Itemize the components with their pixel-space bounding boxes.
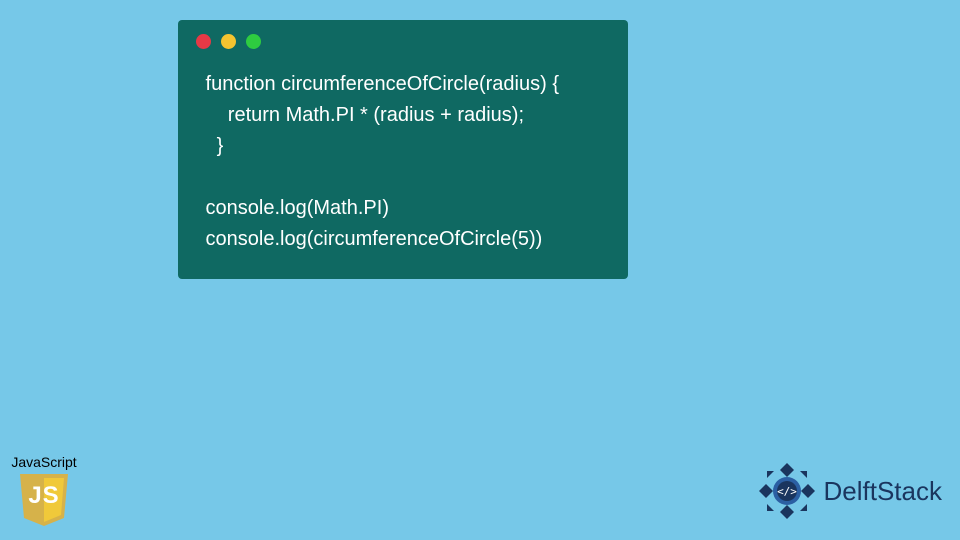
maximize-icon: [246, 34, 261, 49]
javascript-logo-icon: JS: [16, 472, 72, 528]
code-line: console.log(Math.PI): [200, 197, 389, 219]
javascript-label: JavaScript: [8, 454, 80, 470]
delftstack-branding: </> DelftStack: [756, 460, 943, 522]
code-block: function circumferenceOfCircle(radius) {…: [178, 57, 628, 261]
delftstack-text: DelftStack: [824, 476, 943, 507]
javascript-logo-text: JS: [16, 482, 72, 510]
code-line: }: [200, 135, 223, 157]
minimize-icon: [221, 34, 236, 49]
close-icon: [196, 34, 211, 49]
code-line: return Math.PI * (radius + radius);: [200, 104, 524, 126]
code-line: function circumferenceOfCircle(radius) {: [200, 73, 559, 95]
code-window: function circumferenceOfCircle(radius) {…: [178, 20, 628, 279]
javascript-badge: JavaScript JS: [8, 454, 80, 528]
code-line: console.log(circumferenceOfCircle(5)): [200, 228, 542, 250]
svg-text:</>: </>: [777, 485, 797, 498]
window-controls: [178, 20, 628, 57]
delftstack-logo-icon: </>: [756, 460, 818, 522]
